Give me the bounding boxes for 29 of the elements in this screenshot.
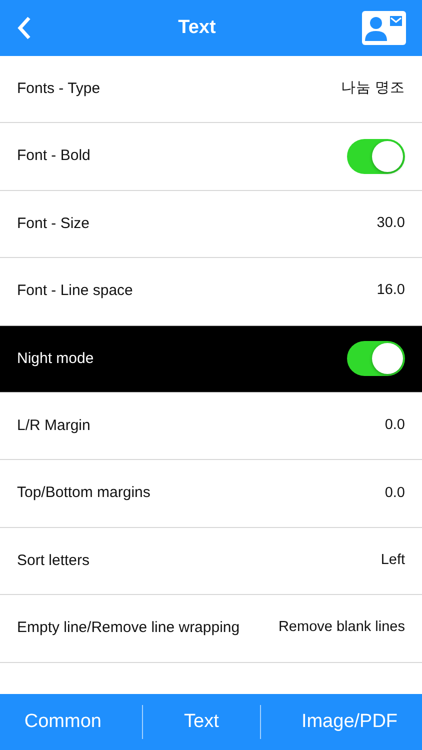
setting-value: Left <box>380 551 405 570</box>
settings-row[interactable]: Top/Bottom margins 0.0 <box>0 460 422 528</box>
settings-row[interactable]: Night mode <box>0 326 422 393</box>
setting-label: L/R Margin <box>17 416 90 436</box>
toggle-switch[interactable] <box>347 139 405 174</box>
toggle-switch[interactable] <box>347 341 405 376</box>
setting-value: 0.0 <box>384 416 405 436</box>
settings-row[interactable]: Empty line/Remove line wrapping Remove blank lines <box>0 595 422 663</box>
screen-title: Text <box>178 16 216 40</box>
setting-value: 0.0 <box>384 484 405 503</box>
back-icon[interactable] <box>16 16 32 40</box>
setting-label: Empty line/Remove line wrapping <box>17 618 240 638</box>
contact-card-icon[interactable] <box>362 11 406 45</box>
setting-value: 16.0 <box>376 281 405 300</box>
setting-label: Font - Bold <box>17 146 90 166</box>
setting-value: 30.0 <box>376 214 405 234</box>
setting-label: Font - Size <box>17 214 90 234</box>
setting-value: Remove blank lines <box>278 618 405 638</box>
setting-label: Night mode <box>17 348 94 368</box>
settings-row[interactable]: Fonts - Type 나눔 명조 <box>0 56 422 124</box>
settings-row[interactable]: Font - Bold <box>0 123 422 191</box>
setting-value: 나눔 명조 <box>340 79 405 98</box>
settings-row[interactable]: Sort letters Left <box>0 528 422 596</box>
setting-label: Sort letters <box>17 550 90 571</box>
setting-label: Top/Bottom margins <box>17 483 150 504</box>
setting-label: Font - Line space <box>17 281 133 302</box>
setting-label: Fonts - Type <box>17 78 100 99</box>
settings-row[interactable]: L/R Margin 0.0 <box>0 392 422 460</box>
settings-row[interactable]: Font - Size 30.0 <box>0 190 422 258</box>
